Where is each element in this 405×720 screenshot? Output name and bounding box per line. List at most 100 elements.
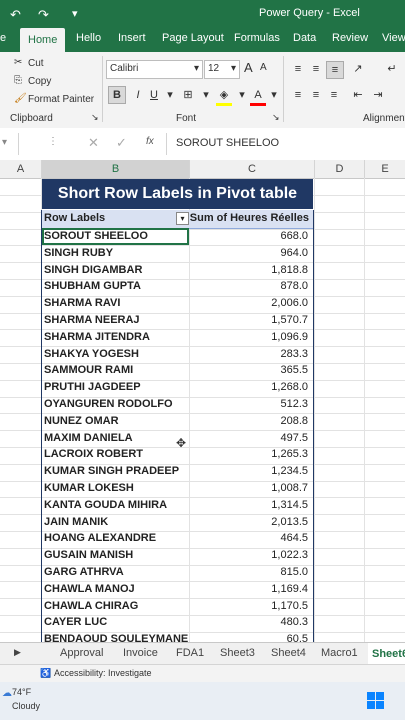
accessibility-status[interactable]: Accessibility: Investigate — [54, 668, 152, 678]
pivot-row[interactable]: CAYER LUC 480.3 — [42, 615, 313, 631]
borders-icon[interactable]: ⊞ — [180, 87, 196, 103]
column-header-b[interactable]: B — [42, 160, 190, 178]
chevron-down-icon[interactable]: ▾ — [198, 87, 214, 103]
pivot-row[interactable]: KUMAR LOKESH 1,008.7 — [42, 481, 313, 497]
filter-dropdown-icon[interactable]: ▾ — [176, 212, 189, 225]
copy-button[interactable]: Copy — [28, 76, 51, 87]
dialog-launcher-icon[interactable]: ↘ — [91, 112, 99, 123]
tab-home[interactable]: Home — [20, 28, 66, 52]
orientation-icon[interactable]: ↗ — [350, 61, 366, 77]
row-label: SHAKYA YOGESH — [44, 347, 139, 360]
status-bar: ♿ Accessibility: Investigate — [0, 664, 405, 683]
redo-icon[interactable]: ↷ — [38, 7, 49, 23]
sheet-tab-invoice[interactable]: Invoice — [123, 647, 158, 659]
tab-data[interactable]: Data — [293, 32, 316, 44]
chevron-down-icon[interactable]: ▾ — [162, 87, 178, 103]
format-painter-icon[interactable]: 🖌 — [14, 93, 27, 104]
increase-indent-icon[interactable]: ⇥ — [370, 87, 386, 103]
format-painter-button[interactable]: Format Painter — [28, 94, 94, 105]
pivot-row[interactable]: SHARMA JITENDRA 1,096.9 — [42, 330, 313, 346]
align-right-icon[interactable]: ≡ — [326, 87, 342, 103]
row-value: 365.5 — [280, 364, 308, 377]
row-value: 512.3 — [280, 398, 308, 410]
italic-button[interactable]: I — [130, 87, 146, 103]
pivot-row[interactable]: PRUTHI JAGDEEP 1,268.0 — [42, 380, 313, 396]
pivot-row[interactable]: SAMMOUR RAMI 365.5 — [42, 363, 313, 379]
formula-input[interactable]: SOROUT SHEELOO — [176, 137, 279, 149]
decrease-indent-icon[interactable]: ⇤ — [350, 87, 366, 103]
insert-function-button[interactable]: fx — [146, 136, 154, 147]
cut-button[interactable]: Cut — [28, 58, 44, 69]
row-value: 964.0 — [280, 246, 308, 259]
tab-file[interactable]: e — [0, 32, 6, 44]
tab-formulas[interactable]: Formulas — [234, 32, 280, 44]
sheet-tab-sheet4[interactable]: Sheet4 — [271, 647, 306, 659]
row-label: KANTA GOUDA MIHIRA — [44, 498, 168, 511]
font-name-select[interactable]: Calibri ▾ — [106, 60, 203, 79]
row-value: 1,818.8 — [271, 263, 308, 276]
weather-temp[interactable]: 74°F — [12, 687, 31, 697]
customize-qat-icon[interactable]: ▾ — [72, 7, 78, 20]
tab-view[interactable]: View — [382, 32, 405, 44]
pivot-row[interactable]: SHARMA NEERAJ 1,570.7 — [42, 313, 313, 329]
scroll-sheets-icon[interactable]: ▶ — [14, 647, 21, 658]
align-top-icon[interactable]: ≡ — [290, 61, 306, 77]
pivot-row[interactable]: SHARMA RAVI 2,006.0 — [42, 296, 313, 312]
pivot-row[interactable]: SHAKYA YOGESH 283.3 — [42, 347, 313, 363]
sheet-tab-fda1[interactable]: FDA1 — [176, 647, 204, 659]
pivot-row[interactable]: SINGH DIGAMBAR 1,818.8 — [42, 263, 313, 279]
pivot-row[interactable]: CHAWLA MANOJ 1,169.4 — [42, 582, 313, 598]
chevron-down-icon[interactable]: ▾ — [234, 87, 250, 103]
cancel-icon[interactable]: ✕ — [88, 135, 99, 151]
column-header-a[interactable]: A — [0, 160, 42, 178]
pivot-row[interactable]: GARG ATHRVA 815.0 — [42, 565, 313, 581]
row-label: GUSAIN MANISH — [44, 549, 134, 562]
row-value: 1,265.3 — [271, 448, 308, 461]
column-header-e[interactable]: E — [365, 160, 405, 178]
pivot-row[interactable]: JAIN MANIK 2,013.5 — [42, 515, 313, 531]
pivot-row[interactable]: KUMAR SINGH PRADEEP 1,234.5 — [42, 464, 313, 480]
shrink-font-button[interactable]: A — [260, 62, 267, 73]
sheet-tab-approval[interactable]: Approval — [60, 647, 103, 659]
wrap-text-icon[interactable]: ↵ — [384, 61, 400, 77]
align-middle-icon[interactable]: ≡ — [308, 61, 324, 77]
row-value: 815.0 — [280, 566, 308, 578]
pivot-row[interactable]: KANTA GOUDA MIHIRA 1,314.5 — [42, 498, 313, 514]
row-label: SHARMA RAVI — [44, 297, 121, 310]
underline-button[interactable]: U — [146, 87, 162, 103]
copy-icon[interactable]: ⎘ — [14, 75, 22, 86]
pivot-row[interactable]: GUSAIN MANISH 1,022.3 — [42, 548, 313, 564]
tab-insert[interactable]: Insert — [118, 32, 146, 44]
chevron-down-icon[interactable]: ▾ — [266, 87, 282, 103]
font-size-select[interactable]: 12 ▾ — [204, 60, 240, 79]
pivot-row[interactable]: NUNEZ OMAR 208.8 — [42, 414, 313, 430]
column-header-d[interactable]: D — [315, 160, 365, 178]
windows-start-icon[interactable] — [376, 701, 384, 709]
selected-cell[interactable] — [42, 228, 189, 245]
dialog-launcher-icon[interactable]: ↘ — [272, 112, 280, 123]
cut-icon[interactable]: ✂ — [14, 57, 22, 68]
enter-icon[interactable]: ✓ — [116, 135, 127, 151]
bold-button[interactable]: B — [108, 86, 126, 104]
align-center-icon[interactable]: ≡ — [308, 87, 324, 103]
row-label: LACROIX ROBERT — [44, 448, 143, 461]
fill-color-icon[interactable]: ◈ — [216, 87, 232, 106]
tab-hello[interactable]: Hello — [76, 32, 101, 44]
pivot-row[interactable]: OYANGUREN RODOLFO 512.3 — [42, 397, 313, 413]
grow-font-button[interactable]: A — [244, 60, 253, 75]
font-color-icon[interactable]: A — [250, 87, 266, 106]
undo-icon[interactable]: ↶ — [10, 7, 21, 23]
tab-page-layout[interactable]: Page Layout — [162, 32, 224, 44]
column-header-c[interactable]: C — [190, 160, 315, 178]
align-bottom-icon[interactable]: ≡ — [326, 61, 344, 79]
sheet-tab-sheet3[interactable]: Sheet3 — [220, 647, 255, 659]
name-box-chevron-icon[interactable]: ▾ — [2, 137, 7, 148]
pivot-row[interactable]: CHAWLA CHIRAG 1,170.5 — [42, 599, 313, 615]
weather-desc[interactable]: Cloudy — [12, 701, 40, 711]
align-left-icon[interactable]: ≡ — [290, 87, 306, 103]
tab-review[interactable]: Review — [332, 32, 368, 44]
pivot-row[interactable]: SINGH RUBY 964.0 — [42, 246, 313, 262]
pivot-row[interactable]: HOANG ALEXANDRE 464.5 — [42, 531, 313, 547]
pivot-row[interactable]: SHUBHAM GUPTA 878.0 — [42, 279, 313, 295]
sheet-tab-macro1[interactable]: Macro1 — [321, 647, 358, 659]
